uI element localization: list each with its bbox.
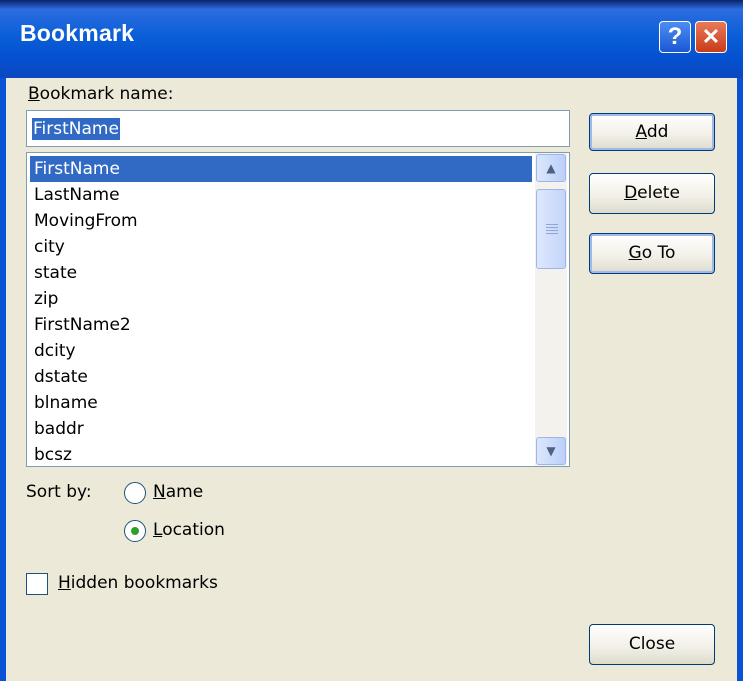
scroll-thumb[interactable] <box>536 189 566 269</box>
list-item[interactable]: state <box>30 260 532 286</box>
grip-line <box>546 227 558 228</box>
scroll-down-button[interactable]: ▼ <box>536 437 566 465</box>
sort-by-label: Sort by: <box>26 482 92 502</box>
list-item[interactable]: LastName <box>30 182 532 208</box>
close-button[interactable]: Close <box>589 624 715 665</box>
bookmark-dialog: Bookmark ? ✕ Bookmark name: FirstName Fi… <box>0 0 743 681</box>
bookmark-list[interactable]: FirstName LastName MovingFrom city state… <box>26 152 570 467</box>
list-item[interactable]: MovingFrom <box>30 208 532 234</box>
hidden-bookmarks-label[interactable]: Hidden bookmarks <box>58 573 218 593</box>
list-item[interactable]: bcsz <box>30 442 532 466</box>
hidden-bookmarks-checkbox[interactable] <box>26 573 48 595</box>
chevron-up-icon: ▲ <box>546 161 556 175</box>
sort-location-label[interactable]: Location <box>153 520 225 540</box>
delete-button[interactable]: Delete <box>589 173 715 214</box>
sort-name-label[interactable]: Name <box>153 482 203 502</box>
bookmark-name-input[interactable]: FirstName <box>26 110 570 147</box>
grip-line <box>546 230 558 231</box>
list-item[interactable]: FirstName <box>30 156 532 182</box>
scroll-up-button[interactable]: ▲ <box>536 154 566 182</box>
grip-line <box>546 233 558 234</box>
list-scrollbar[interactable]: ▲ ▼ <box>535 153 567 466</box>
window-close-button[interactable]: ✕ <box>695 21 727 53</box>
question-mark-icon: ? <box>667 23 683 50</box>
goto-button[interactable]: Go To <box>589 233 715 274</box>
bookmark-name-label: Bookmark name: <box>28 84 174 104</box>
title-bar[interactable]: Bookmark ? ✕ <box>0 0 743 78</box>
chevron-down-icon: ▼ <box>546 444 556 458</box>
window-frame-right <box>737 78 743 681</box>
list-item[interactable]: baddr <box>30 416 532 442</box>
help-button[interactable]: ? <box>659 21 691 53</box>
list-item[interactable]: zip <box>30 286 532 312</box>
bookmark-name-value: FirstName <box>32 118 120 140</box>
close-icon: ✕ <box>701 24 721 49</box>
list-item[interactable]: dstate <box>30 364 532 390</box>
list-item[interactable]: blname <box>30 390 532 416</box>
radio-selected-dot <box>131 527 139 535</box>
dialog-title: Bookmark <box>20 20 135 46</box>
window-frame-left <box>0 78 6 681</box>
sort-location-radio[interactable] <box>124 520 146 542</box>
list-item[interactable]: FirstName2 <box>30 312 532 338</box>
add-button[interactable]: Add <box>589 113 715 151</box>
list-item[interactable]: city <box>30 234 532 260</box>
sort-name-radio[interactable] <box>124 482 146 504</box>
list-item[interactable]: dcity <box>30 338 532 364</box>
grip-line <box>546 224 558 225</box>
